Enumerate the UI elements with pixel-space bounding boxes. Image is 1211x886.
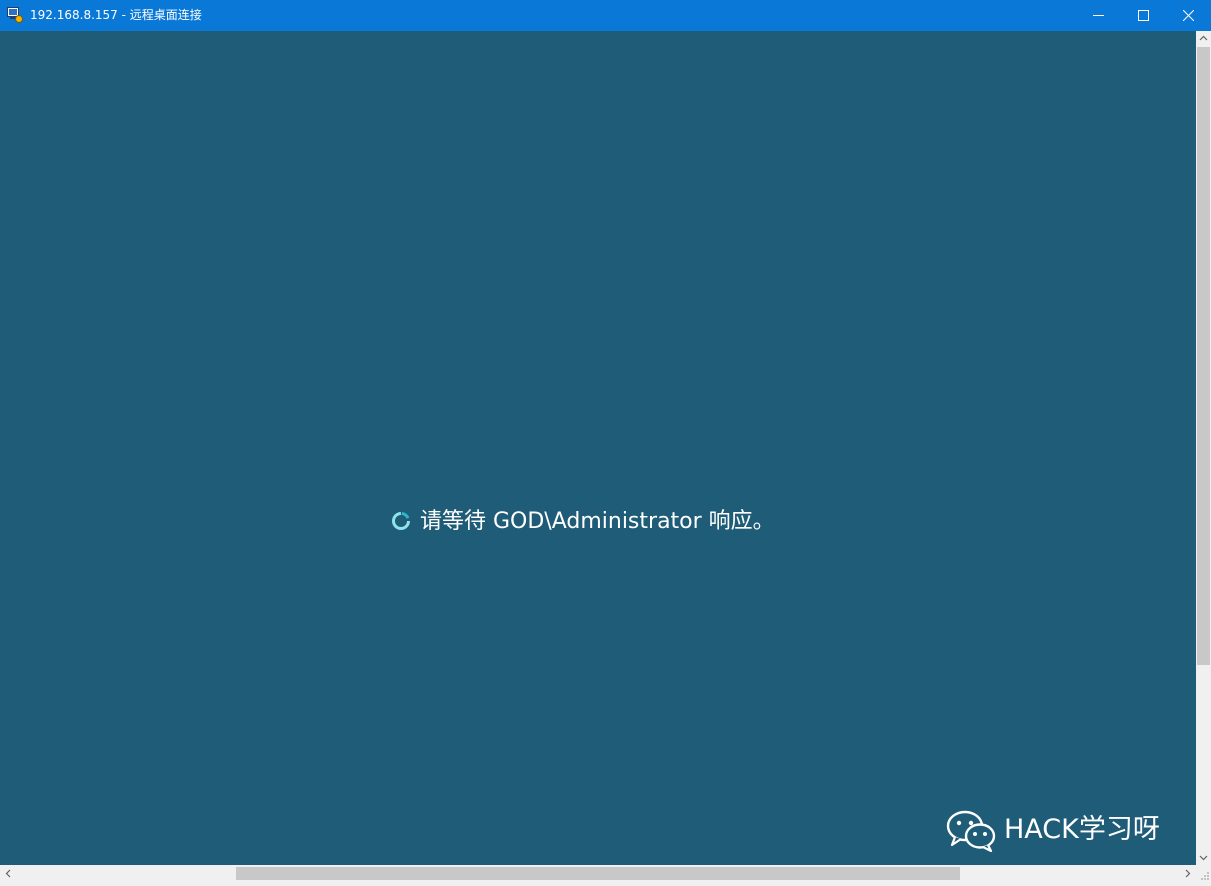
arrow-down-icon[interactable] bbox=[1196, 850, 1211, 865]
vertical-scroll-thumb[interactable] bbox=[1197, 47, 1210, 665]
arrow-up-icon[interactable] bbox=[1196, 31, 1211, 46]
title-bar[interactable]: 192.168.8.157 - 远程桌面连接 bbox=[0, 0, 1211, 31]
resize-grip-icon bbox=[1201, 872, 1209, 880]
arrow-left-icon[interactable] bbox=[0, 866, 17, 881]
window-title: 192.168.8.157 - 远程桌面连接 bbox=[30, 8, 202, 22]
close-icon bbox=[1183, 10, 1194, 21]
maximize-icon bbox=[1138, 10, 1149, 21]
status-message: 请等待 GOD\Administrator 响应。 bbox=[420, 509, 775, 534]
remote-desktop-area[interactable]: 请等待 GOD\Administrator 响应。 HACK学习呀 bbox=[0, 31, 1196, 865]
maximize-button[interactable] bbox=[1121, 0, 1167, 31]
size-grip[interactable] bbox=[1196, 865, 1211, 882]
minimize-icon bbox=[1093, 15, 1104, 16]
remote-desktop-icon[interactable] bbox=[7, 7, 23, 23]
watermark-text: HACK学习呀 bbox=[1004, 814, 1160, 845]
minimize-button[interactable] bbox=[1076, 0, 1122, 31]
loading-spinner-icon bbox=[390, 510, 412, 532]
close-button[interactable] bbox=[1166, 0, 1211, 31]
arrow-right-icon[interactable] bbox=[1179, 866, 1196, 881]
window-bottom-border bbox=[0, 882, 1211, 886]
horizontal-scroll-thumb[interactable] bbox=[236, 867, 960, 880]
horizontal-scrollbar[interactable] bbox=[0, 865, 1196, 882]
vertical-scrollbar[interactable] bbox=[1196, 31, 1211, 865]
wechat-icon bbox=[946, 808, 998, 853]
